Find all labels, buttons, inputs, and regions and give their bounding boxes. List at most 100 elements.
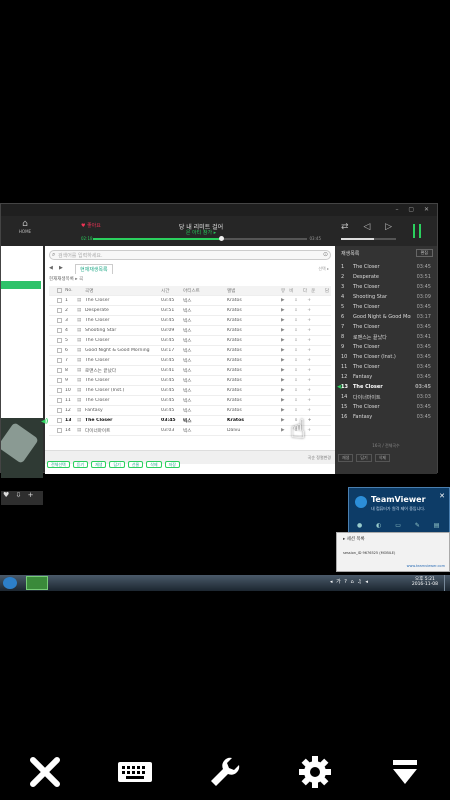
table-row[interactable]: 12 ▤ Fantasy 03:45 빅스 Kratos ▶ ⇩ + (49, 406, 331, 416)
table-row[interactable]: 8 ▤ 로맨스는 끝났다 03:41 빅스 Kratos ▶ ⇩ + (49, 366, 331, 376)
row-actions[interactable]: ▶ ⇩ + (281, 298, 331, 303)
action-button[interactable]: 담기 (109, 461, 125, 468)
queue-item[interactable]: 3 The Closer 03:45 (335, 282, 437, 292)
row-checkbox[interactable] (57, 328, 62, 333)
row-actions[interactable]: ▶ ⇩ + (281, 328, 331, 333)
track-title[interactable]: Good Night & Good Morning (85, 348, 155, 353)
tab-current-playlist[interactable]: 현재재생목록 (75, 264, 113, 274)
sidebar-selected-item[interactable] (1, 281, 41, 289)
table-row[interactable]: 7 ▤ The Closer 03:45 빅스 Kratos ▶ ⇩ + (49, 356, 331, 366)
track-album[interactable]: Kratos (227, 298, 267, 303)
row-actions[interactable]: ▶ ⇩ + (281, 398, 331, 403)
row-actions[interactable]: ▶ ⇩ + (281, 388, 331, 393)
back-icon[interactable]: ◀ (49, 265, 53, 271)
table-row[interactable]: 9 ▤ The Closer 03:45 빅스 Kratos ▶ ⇩ + (49, 376, 331, 386)
track-artist[interactable]: 빅스 (183, 338, 223, 344)
action-button[interactable]: 선물 (127, 461, 144, 468)
track-album[interactable]: Kratos (227, 318, 267, 323)
sidebar-controls[interactable]: ♥ ⇩ + (1, 491, 43, 505)
row-checkbox[interactable] (57, 308, 62, 313)
track-title[interactable]: The Closer (85, 398, 155, 403)
table-row[interactable]: ◀) 13 ▤ The Closer 03:45 빅스 Kratos ▶ ⇩ + (41, 416, 331, 426)
row-actions[interactable]: ▶ ⇩ + (281, 308, 331, 313)
track-title[interactable]: 로맨스는 끝났다 (85, 368, 155, 374)
row-checkbox[interactable] (57, 318, 62, 323)
table-row[interactable]: 11 ▤ The Closer 03:45 빅스 Kratos ▶ ⇩ + (49, 396, 331, 406)
select-all-checkbox[interactable] (57, 288, 62, 293)
track-info-icon[interactable]: ▤ (77, 398, 83, 403)
playback-controls[interactable]: ⇄ ◁ ▷ (341, 222, 398, 232)
track-artist[interactable]: 빅스 (183, 298, 223, 304)
table-row[interactable]: 6 ▤ Good Night & Good Morning 03:17 빅스 Kratos… (49, 346, 331, 356)
track-title[interactable]: The Closer (85, 378, 155, 383)
track-album[interactable]: Dalvu (227, 428, 267, 433)
queue-item[interactable]: 14 다이너마이트 03:03 (335, 392, 437, 402)
queue-item[interactable]: 2 Desperate 03:51 (335, 272, 437, 282)
row-checkbox[interactable] (57, 428, 62, 433)
taskbar-app-music[interactable] (26, 576, 48, 590)
table-row[interactable]: 4 ▤ Shooting Star 03:09 빅스 Kratos ▶ ⇩ + (49, 326, 331, 336)
row-actions[interactable]: ▶ ⇩ + (281, 368, 331, 373)
row-checkbox[interactable] (57, 388, 62, 393)
table-row[interactable]: 5 ▤ The Closer 03:45 빅스 Kratos ▶ ⇩ + (49, 336, 331, 346)
track-info-icon[interactable]: ▤ (77, 298, 83, 303)
track-artist[interactable]: 빅스 (183, 428, 223, 434)
start-button[interactable] (3, 577, 17, 589)
wrench-icon[interactable] (200, 750, 250, 794)
queue-item[interactable]: 7 The Closer 03:45 (335, 322, 437, 332)
track-title[interactable]: The Closer (85, 338, 155, 343)
close-icon[interactable]: ✕ (439, 492, 445, 500)
row-checkbox[interactable] (57, 378, 62, 383)
table-row[interactable]: 3 ▤ The Closer 03:45 빅스 Kratos ▶ ⇩ + (49, 316, 331, 326)
forward-icon[interactable]: ▶ (59, 265, 63, 271)
queue-edit-button[interactable]: 편집 (415, 249, 433, 257)
track-album[interactable]: Kratos (227, 388, 267, 393)
track-artist[interactable]: 빅스 (183, 378, 223, 384)
queue-item[interactable]: 16 Fantasy 03:45 (335, 412, 437, 422)
track-artist[interactable]: 빅스 (183, 368, 223, 374)
track-info-icon[interactable]: ▤ (77, 348, 83, 353)
row-checkbox[interactable] (57, 358, 62, 363)
track-album[interactable]: Kratos (227, 418, 267, 423)
track-album[interactable]: Kratos (227, 338, 267, 343)
row-checkbox[interactable] (57, 408, 62, 413)
track-info-icon[interactable]: ▤ (77, 308, 83, 313)
row-actions[interactable]: ▶ ⇩ + (281, 358, 331, 363)
queue-item[interactable]: 11 The Closer 03:45 (335, 362, 437, 372)
queue-item[interactable]: 5 The Closer 03:45 (335, 302, 437, 312)
action-button[interactable]: 재생 (91, 461, 107, 468)
row-checkbox[interactable] (57, 398, 62, 403)
queue-item[interactable]: 1 The Closer 03:45 (335, 262, 437, 272)
queue-item[interactable]: 6 Good Night & Good Mor... 03:17 (335, 312, 437, 322)
song-artist[interactable]: 은 아티 참가 ▸ (81, 229, 321, 236)
gear-icon[interactable] (290, 750, 340, 794)
track-title[interactable]: 다이너마이트 (85, 428, 155, 434)
track-title[interactable]: The Closer (85, 318, 155, 323)
track-artist[interactable]: 빅스 (183, 398, 223, 404)
track-album[interactable]: Kratos (227, 358, 267, 363)
sort-label[interactable]: 곡순 정렬변경 (308, 455, 331, 461)
track-info-icon[interactable]: ▤ (77, 378, 83, 383)
track-info-icon[interactable]: ▤ (77, 428, 83, 433)
track-artist[interactable]: 빅스 (183, 348, 223, 354)
track-album[interactable]: Kratos (227, 368, 267, 373)
table-row[interactable]: 2 ▤ Desperate 03:51 빅스 Kratos ▶ ⇩ + (49, 306, 331, 316)
track-album[interactable]: Kratos (227, 348, 267, 353)
track-info-icon[interactable]: ▤ (77, 318, 83, 323)
action-button[interactable]: 저장 (164, 461, 180, 468)
row-checkbox[interactable] (57, 368, 62, 373)
track-artist[interactable]: 빅스 (183, 328, 223, 334)
row-actions[interactable]: ▶ ⇩ + (281, 418, 331, 423)
track-title[interactable]: Fantasy (85, 408, 155, 413)
row-actions[interactable]: ▶ ⇩ + (281, 318, 331, 323)
row-checkbox[interactable] (57, 348, 62, 353)
keyboard-icon[interactable] (110, 750, 160, 794)
track-album[interactable]: Kratos (227, 408, 267, 413)
track-title[interactable]: Desperate (85, 308, 155, 313)
track-title[interactable]: Shooting Star (85, 328, 155, 333)
action-button[interactable]: 삭제 (146, 461, 162, 468)
tab-options[interactable]: 선택 ▸ (318, 266, 329, 272)
row-actions[interactable]: ▶ ⇩ + (281, 348, 331, 353)
track-album[interactable]: Kratos (227, 308, 267, 313)
track-artist[interactable]: 빅스 (183, 308, 223, 314)
